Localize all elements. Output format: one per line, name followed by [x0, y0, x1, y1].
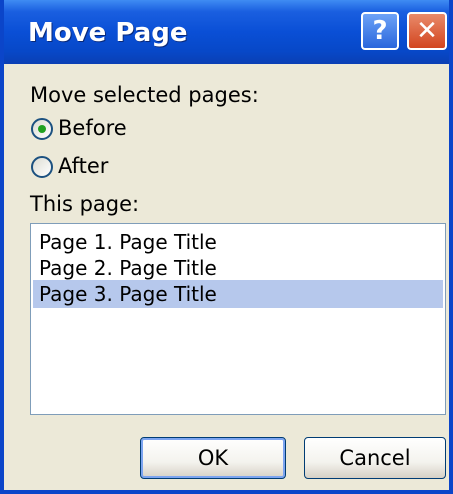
radio-after-label[interactable]: After	[58, 154, 108, 178]
dialog-title: Move Page	[28, 18, 188, 48]
this-page-label: This page:	[30, 192, 140, 216]
list-item[interactable]: Page 1. Page Title	[33, 228, 443, 256]
help-icon: ?	[372, 16, 388, 46]
close-icon: ✕	[416, 16, 438, 46]
radio-dot	[38, 125, 46, 133]
ok-button[interactable]: OK	[140, 437, 286, 479]
move-page-dialog: Move Page ? ✕ Move selected pages: Befor…	[0, 0, 453, 494]
title-bar[interactable]: Move Page ? ✕	[4, 0, 449, 64]
move-selected-pages-label: Move selected pages:	[30, 83, 259, 107]
close-button[interactable]: ✕	[407, 12, 447, 50]
page-listbox[interactable]: Page 1. Page Title Page 2. Page Title Pa…	[30, 223, 446, 415]
radio-unselected-icon[interactable]	[31, 156, 53, 178]
help-button[interactable]: ?	[361, 12, 399, 50]
cancel-button[interactable]: Cancel	[304, 437, 446, 479]
radio-selected-icon[interactable]	[31, 118, 53, 140]
list-item-selected[interactable]: Page 3. Page Title	[33, 280, 443, 308]
list-item[interactable]: Page 2. Page Title	[33, 254, 443, 282]
radio-before-label[interactable]: Before	[58, 116, 127, 140]
